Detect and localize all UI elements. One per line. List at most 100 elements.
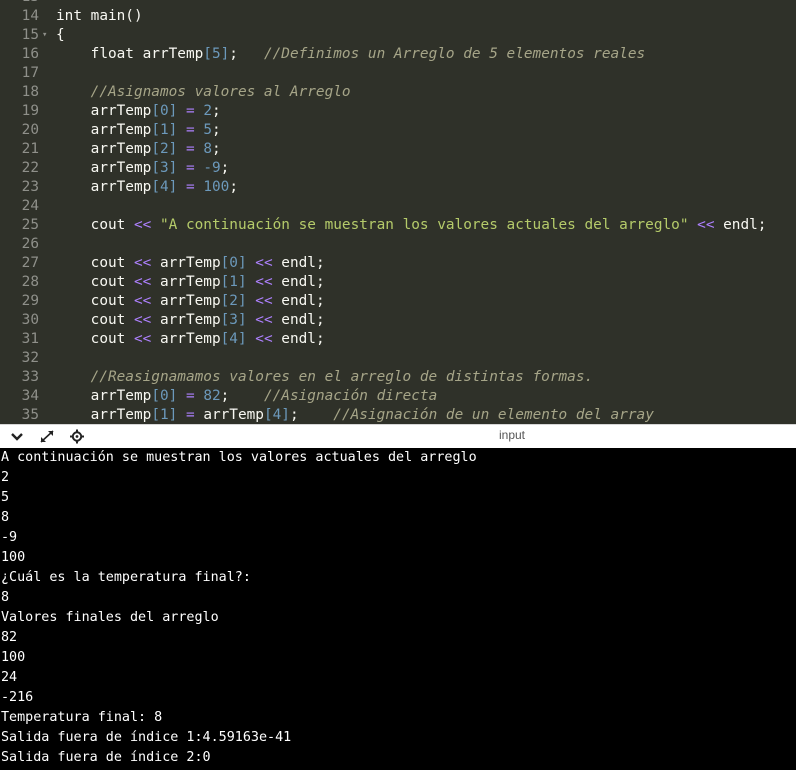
- code-token: <<: [133, 255, 152, 271]
- code-token: ;: [289, 407, 334, 423]
- line-number: 31: [21, 331, 39, 347]
- code-token: endl;: [714, 217, 767, 233]
- code-line[interactable]: 32: [0, 349, 796, 368]
- code-token: ;: [220, 388, 264, 404]
- code-token: [1]: [151, 122, 178, 138]
- line-number: 30: [21, 312, 39, 328]
- code-token: ;: [229, 46, 264, 62]
- code-editor[interactable]: 1314 int main() 15▾ {16 float arrTemp[5]; /…: [0, 0, 796, 424]
- code-line[interactable]: 28 cout << arrTemp[1] << endl;: [0, 273, 796, 292]
- code-token: arrTemp: [151, 293, 221, 309]
- code-line[interactable]: 17: [0, 64, 796, 83]
- code-line[interactable]: 19 arrTemp[0] = 2;: [0, 102, 796, 121]
- expand-icon[interactable]: [38, 428, 56, 445]
- panel-title: input: [498, 428, 526, 442]
- code-token: 100: [203, 179, 230, 195]
- line-number: 19: [21, 103, 39, 119]
- code-token: [4]: [151, 179, 178, 195]
- code-line[interactable]: 15 ▾ {: [0, 26, 796, 45]
- code-token: //Definimos un Arreglo de 5 elementos re…: [263, 46, 646, 62]
- code-token: [0]: [151, 103, 178, 119]
- code-token: 82: [203, 388, 221, 404]
- code-token: ;: [229, 179, 238, 195]
- code-token: cout: [56, 217, 134, 233]
- code-token: arrTemp: [151, 312, 221, 328]
- line-number: 16: [21, 46, 39, 62]
- code-line[interactable]: 21 arrTemp[2] = 8;: [0, 140, 796, 159]
- output-panel-toolbar: input: [0, 424, 796, 448]
- line-number: 18: [21, 84, 39, 100]
- code-token: =: [185, 103, 195, 119]
- code-token: endl;: [272, 312, 325, 328]
- code-text: arrTemp[1] = arrTemp[4]; //Asignación de…: [56, 406, 654, 424]
- output-terminal[interactable]: A continuación se muestran los valores a…: [0, 448, 796, 770]
- line-number: 15: [21, 27, 39, 43]
- code-line[interactable]: 25 cout << "A continuación se muestran l…: [0, 216, 796, 235]
- code-line[interactable]: 18 //Asignamos valores al Arreglo: [0, 83, 796, 102]
- code-line[interactable]: 26: [0, 235, 796, 254]
- code-text: cout << arrTemp[2] << endl;: [56, 292, 325, 311]
- code-token: -9: [203, 160, 221, 176]
- code-text: cout << arrTemp[4] << endl;: [56, 330, 325, 349]
- settings-icon[interactable]: [68, 428, 86, 445]
- chevron-down-icon[interactable]: [8, 428, 26, 445]
- output-line: 5: [1, 490, 10, 505]
- code-line[interactable]: 20 arrTemp[1] = 5;: [0, 121, 796, 140]
- code-line[interactable]: 16 float arrTemp[5]; //Definimos un Arre…: [0, 45, 796, 64]
- code-token: cout: [56, 293, 134, 309]
- code-token: cout: [56, 255, 134, 271]
- code-token: arrTemp: [56, 388, 152, 404]
- line-number: 20: [21, 122, 39, 138]
- code-line[interactable]: 33 //Reasignamamos valores en el arreglo…: [0, 368, 796, 387]
- code-line[interactable]: 34 arrTemp[0] = 82; //Asignación directa: [0, 387, 796, 406]
- code-text: cout << arrTemp[3] << endl;: [56, 311, 325, 330]
- code-token: 8: [203, 141, 212, 157]
- code-line[interactable]: 14 int main(): [0, 7, 796, 26]
- line-number: 27: [21, 255, 39, 271]
- code-line[interactable]: 30 cout << arrTemp[3] << endl;: [0, 311, 796, 330]
- code-text: arrTemp[4] = 100;: [56, 178, 238, 197]
- code-token: =: [185, 179, 195, 195]
- code-token: =: [185, 160, 195, 176]
- code-line[interactable]: 22 arrTemp[3] = -9;: [0, 159, 796, 178]
- output-line: Temperatura final: 8: [1, 710, 163, 725]
- code-token: =: [185, 122, 195, 138]
- code-token: arrTemp: [56, 407, 152, 423]
- output-line: 8: [1, 510, 10, 525]
- line-number: 25: [21, 217, 39, 233]
- code-line[interactable]: 29 cout << arrTemp[2] << endl;: [0, 292, 796, 311]
- code-token: 5: [203, 122, 212, 138]
- code-line[interactable]: 35 arrTemp[1] = arrTemp[4]; //Asignación…: [0, 406, 796, 424]
- code-line[interactable]: 27 cout << arrTemp[0] << endl;: [0, 254, 796, 273]
- fold-arrow-icon[interactable]: ▾: [42, 26, 47, 45]
- code-token: cout: [56, 331, 134, 347]
- code-line[interactable]: 23 arrTemp[4] = 100;: [0, 178, 796, 197]
- code-line[interactable]: 24: [0, 197, 796, 216]
- code-text: arrTemp[3] = -9;: [56, 159, 230, 178]
- code-token: [0]: [151, 388, 178, 404]
- output-line: 2: [1, 470, 10, 485]
- code-token: endl;: [272, 331, 325, 347]
- code-text: cout << "A continuación se muestran los …: [56, 216, 767, 235]
- line-number: 23: [21, 179, 39, 195]
- code-token: [4]: [263, 407, 290, 423]
- code-line[interactable]: 31 cout << arrTemp[4] << endl;: [0, 330, 796, 349]
- code-token: <<: [255, 312, 273, 328]
- code-token: =: [185, 407, 195, 423]
- code-token: arrTemp: [151, 331, 221, 347]
- code-text: cout << arrTemp[1] << endl;: [56, 273, 325, 292]
- line-number: 32: [21, 350, 39, 366]
- code-token: <<: [697, 217, 715, 233]
- code-token: {: [56, 27, 65, 43]
- line-number: 26: [21, 236, 39, 252]
- code-token: //Asignación de un elemento del array: [333, 407, 654, 423]
- code-token: [3]: [220, 312, 247, 328]
- code-line[interactable]: 13: [0, 0, 796, 7]
- code-text: float arrTemp[5]; //Definimos un Arreglo…: [56, 45, 646, 64]
